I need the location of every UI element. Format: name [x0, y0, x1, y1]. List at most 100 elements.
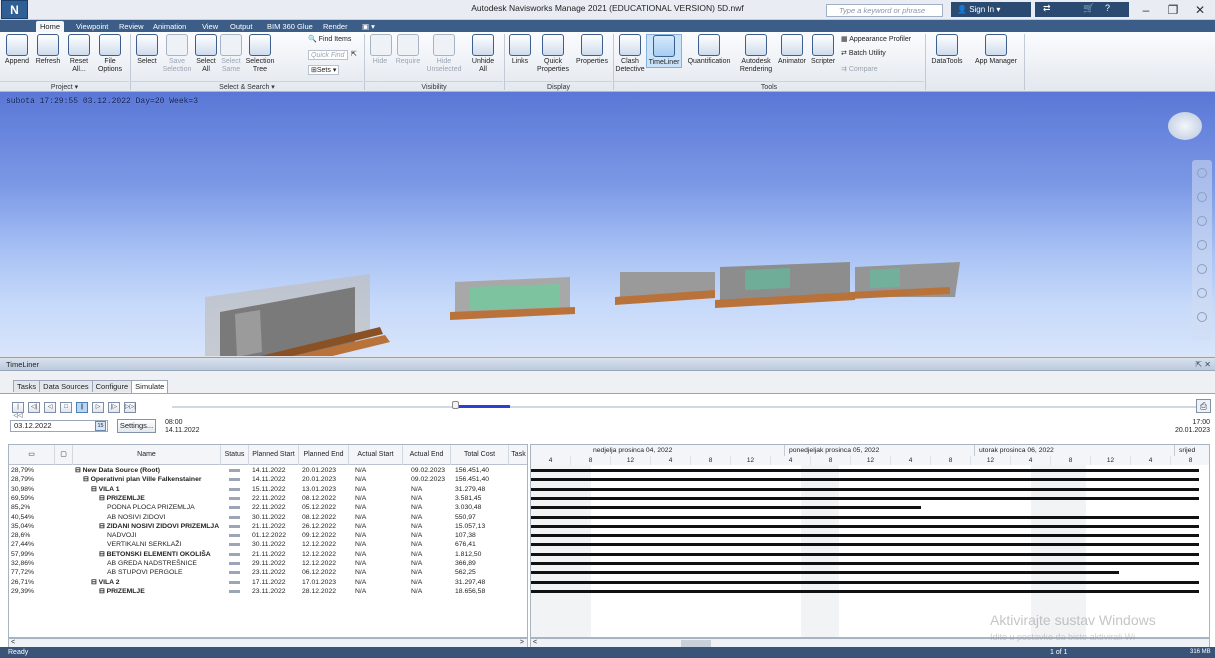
quick-properties-button[interactable]: Quick Properties	[534, 34, 572, 74]
simulation-slider-thumb[interactable]	[452, 401, 459, 409]
gantt-bar[interactable]	[531, 562, 1199, 565]
task-row[interactable]: 85,2% PODNA PLOCA PRIZEMLJA 22.11.2022 05.1…	[9, 503, 527, 512]
settings-button[interactable]: Settings...	[117, 419, 156, 433]
cart-icon[interactable]: 🛒	[1083, 3, 1094, 14]
tab-review[interactable]: Review	[115, 21, 148, 32]
require-button[interactable]: Require	[393, 34, 423, 66]
col-planned-start[interactable]: Planned Start	[249, 445, 299, 465]
simulation-slider-track[interactable]	[172, 406, 1197, 408]
quick-find-input[interactable]: Quick Find	[308, 50, 348, 60]
gantt-bar[interactable]	[531, 534, 1199, 538]
appearance-profiler-button[interactable]: ▦ Appearance Profiler	[841, 35, 911, 45]
restore-button[interactable]: ❐	[1160, 1, 1186, 19]
pause-button[interactable]: ||	[76, 402, 88, 413]
col-status[interactable]: Status	[221, 445, 249, 465]
steeringwheel-icon[interactable]	[1197, 168, 1207, 178]
gantt-bar[interactable]	[531, 589, 1199, 593]
select-icon[interactable]	[1197, 312, 1207, 322]
col-name[interactable]: Name	[73, 445, 221, 465]
col-comment[interactable]: ▢	[55, 445, 73, 465]
gantt-bar[interactable]	[531, 524, 1199, 528]
hide-button[interactable]: Hide	[370, 34, 392, 66]
task-row[interactable]: 30,98% ⊟ VILA 1 15.11.2022 13.01.2023 N/A N/A…	[9, 485, 527, 494]
quick-find-go-icon[interactable]: ⇱	[351, 50, 357, 60]
task-row[interactable]: 27,44% VERTIKALNI SERKLAŽI 30.11.2022 12.12…	[9, 540, 527, 549]
col-total-cost[interactable]: Total Cost	[451, 445, 509, 465]
gantt-bar[interactable]	[531, 506, 921, 510]
current-date-field[interactable]: 03.12.2022	[10, 420, 108, 432]
task-row[interactable]: 40,54% AB NOSIVI ZIDOVI 30.11.2022 08.12.20…	[9, 513, 527, 522]
step-forward-button[interactable]: |▷	[108, 402, 120, 413]
col-task[interactable]: Task	[509, 445, 527, 465]
hide-unselected-button[interactable]: Hide Unselected	[424, 34, 464, 74]
sign-in-button[interactable]: 👤 Sign In ▾	[951, 2, 1031, 17]
datatools-button[interactable]: DataTools	[929, 34, 965, 66]
properties-button[interactable]: Properties	[573, 34, 611, 66]
quantification-button[interactable]: Quantification	[683, 34, 735, 66]
tab-animation[interactable]: Animation	[149, 21, 190, 32]
append-button[interactable]: Append	[4, 34, 30, 66]
task-row[interactable]: 77,72% AB STUPOVI PERGOLE 23.11.2022 06.12.…	[9, 568, 527, 577]
forward-to-end-button[interactable]: ▷▷|	[124, 402, 136, 413]
zoom-window-icon[interactable]	[1197, 216, 1207, 226]
gantt-bar[interactable]	[531, 478, 1199, 482]
refresh-button[interactable]: Refresh	[33, 34, 63, 66]
gantt-bar[interactable]	[531, 496, 1199, 500]
group-select-search-label[interactable]: Select & Search ▾	[131, 81, 363, 92]
task-row[interactable]: 32,86% AB GREDA NADSTREŠNICE 29.11.2022 12.…	[9, 559, 527, 568]
orbit-icon[interactable]	[1197, 240, 1207, 250]
task-row[interactable]: 57,99% ⊟ BETONSKI ELEMENTI OKOLIŠA 21.11.2…	[9, 550, 527, 559]
task-row[interactable]: 35,04% ⊟ ZIDANI NOSIVI ZIDOVI PRIZEMLJA 21…	[9, 522, 527, 531]
tab-home[interactable]: Home	[36, 21, 65, 32]
task-row[interactable]: 28,79% ⊟ New Data Source (Root) 14.11.2022…	[9, 466, 527, 475]
scripter-button[interactable]: Scripter	[808, 34, 838, 66]
col-planned-end[interactable]: Planned End	[299, 445, 349, 465]
task-row[interactable]: 29,39% ⊟ PRIZEMLJE 23.11.2022 28.12.2022 N/A…	[9, 587, 527, 596]
gantt-bar[interactable]	[531, 469, 1199, 472]
gantt-bar[interactable]	[531, 571, 1119, 575]
play-button[interactable]: ▷	[92, 402, 104, 413]
3d-viewport[interactable]	[0, 92, 1215, 387]
clash-detective-button[interactable]: Clash Detective	[615, 34, 645, 74]
app-manager-button[interactable]: App Manager	[970, 34, 1022, 66]
reset-all-button[interactable]: Reset All...	[65, 34, 93, 74]
compare-button[interactable]: ⇉ Compare	[841, 65, 878, 75]
task-row[interactable]: 28,6% NADVOJI 01.12.2022 09.12.2022 N/A N/A 10…	[9, 531, 527, 540]
tab-view[interactable]: View	[198, 21, 222, 32]
col-actual-end[interactable]: Actual End	[403, 445, 451, 465]
stop-button[interactable]: □	[60, 402, 72, 413]
tab-data-sources[interactable]: Data Sources	[39, 380, 93, 392]
selection-tree-button[interactable]: Selection Tree	[244, 34, 276, 74]
task-row[interactable]: 69,59% ⊟ PRIZEMLJE 22.11.2022 08.12.2022 N/A…	[9, 494, 527, 503]
find-items-button[interactable]: 🔍 Find Items	[308, 35, 351, 45]
viewcube-icon[interactable]	[1168, 112, 1202, 140]
save-selection-button[interactable]: Save Selection	[162, 34, 192, 74]
tab-viewpoint[interactable]: Viewpoint	[72, 21, 112, 32]
help-icon[interactable]: ?	[1105, 3, 1110, 13]
gantt-bar[interactable]	[531, 487, 1199, 491]
unhide-all-button[interactable]: Unhide All	[468, 34, 498, 74]
pan-icon[interactable]	[1197, 192, 1207, 202]
select-all-button[interactable]: Select All	[194, 34, 218, 74]
col-actual-start[interactable]: Actual Start	[349, 445, 403, 465]
gantt-bar[interactable]	[531, 543, 1199, 547]
task-row[interactable]: 26,71% ⊟ VILA 2 17.11.2022 17.01.2023 N/A N/A…	[9, 578, 527, 587]
help-search-input[interactable]: Type a keyword or phrase	[826, 4, 943, 17]
gantt-chart[interactable]: nedjelja prosinca 04, 2022 ponedjeljak p…	[530, 444, 1210, 638]
timeliner-window-controls[interactable]: ⇱ ✕	[1195, 358, 1211, 371]
tab-render[interactable]: Render	[319, 21, 352, 32]
group-project-label[interactable]: Project ▾	[0, 81, 129, 92]
reverse-play-button[interactable]: ◁	[44, 402, 56, 413]
gantt-bar[interactable]	[531, 552, 1199, 556]
tab-configure[interactable]: Configure	[91, 380, 133, 392]
tab-simulate[interactable]: Simulate	[131, 380, 169, 393]
exchange-icon[interactable]: ⇄	[1043, 3, 1051, 14]
calendar-icon[interactable]: 15	[95, 421, 106, 431]
look-icon[interactable]	[1197, 264, 1207, 274]
task-row[interactable]: 28,79% ⊟ Operativni plan Ville Falkenstai…	[9, 475, 527, 484]
timeliner-button[interactable]: TimeLiner	[646, 34, 682, 68]
file-options-button[interactable]: File Options	[95, 34, 125, 74]
step-back-button[interactable]: ◁|	[28, 402, 40, 413]
walk-icon[interactable]	[1197, 288, 1207, 298]
select-button[interactable]: Select	[134, 34, 160, 66]
